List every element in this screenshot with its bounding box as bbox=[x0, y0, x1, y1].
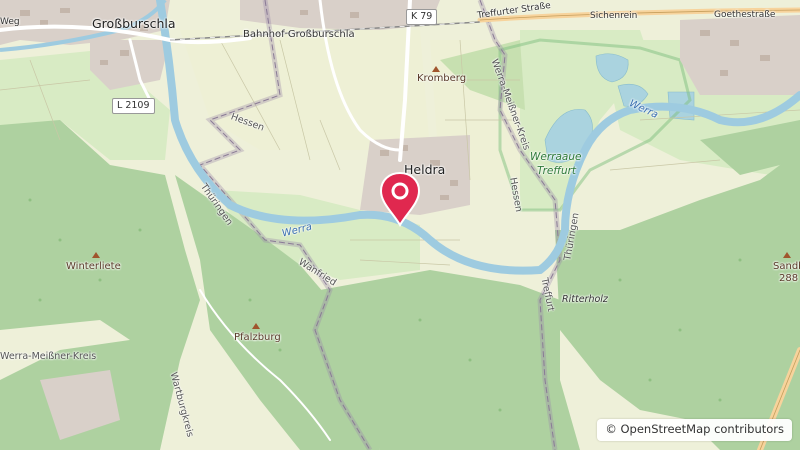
place-label-kromberg: Kromberg bbox=[417, 73, 467, 84]
place-label-ritterholz: Ritterholz bbox=[562, 294, 608, 305]
street-label-goethestrasse: Goethestraße bbox=[714, 10, 776, 20]
elevation-label-sandberg: 288 bbox=[779, 273, 799, 284]
park-label-werraaue-treffurt: Treffurt bbox=[537, 165, 577, 177]
attribution-link[interactable]: OpenStreetMap contributors bbox=[620, 422, 784, 436]
park-label-werraaue: Werraaue bbox=[530, 151, 582, 163]
street-label-weg: Weg bbox=[0, 17, 20, 27]
region-label-werra-meissner-west: Werra-Meißner-Kreis bbox=[0, 351, 97, 362]
peak-icon-pfalzburg bbox=[252, 323, 260, 329]
copyright-symbol: © bbox=[605, 422, 617, 437]
peak-icon bbox=[432, 66, 440, 72]
place-label-grossburschla: Großburschla bbox=[92, 16, 176, 31]
peak-icon-winterliete bbox=[92, 252, 100, 258]
place-label-pfalzburg: Pfalzburg bbox=[234, 332, 281, 343]
map-pin-icon[interactable] bbox=[377, 171, 423, 227]
road-shield-l2109: L 2109 bbox=[112, 98, 155, 114]
place-label-sandberg: Sandb bbox=[773, 261, 800, 272]
place-label-winterliete: Winterliete bbox=[66, 261, 121, 272]
peak-icon-sandberg bbox=[783, 252, 791, 258]
road-shield-k79: K 79 bbox=[406, 9, 438, 25]
attribution-box[interactable]: © OpenStreetMap contributors bbox=[597, 419, 792, 441]
street-label-sichenrein: Sichenrein bbox=[590, 11, 638, 21]
place-label-bahnhof: Bahnhof Großburschla bbox=[243, 29, 355, 40]
